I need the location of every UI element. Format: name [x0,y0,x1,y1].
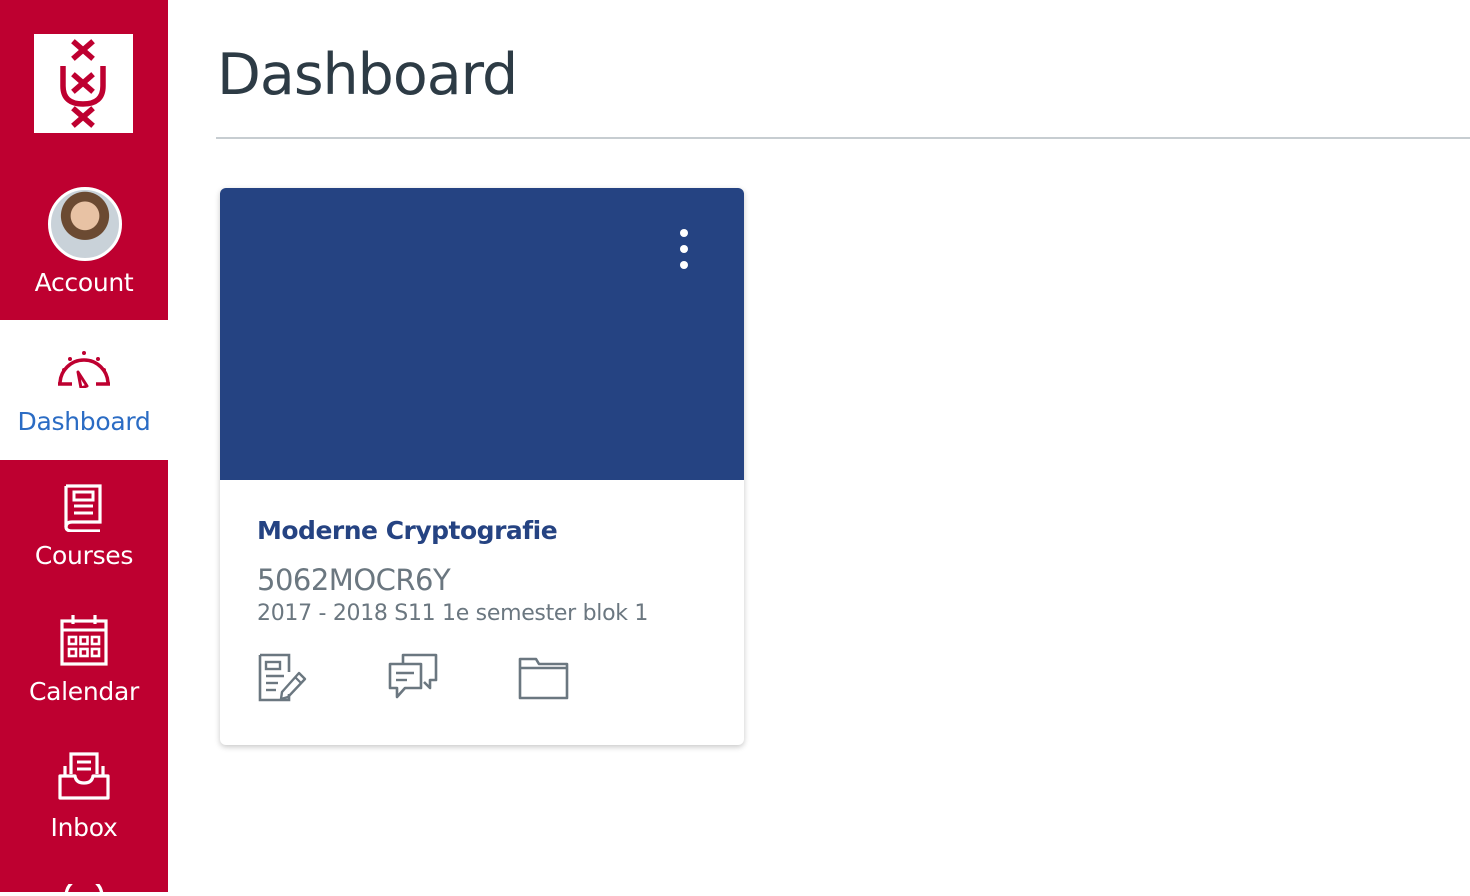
nav-courses[interactable]: Courses [0,460,168,600]
calendar-icon [0,613,168,667]
title-divider [216,137,1470,139]
dashboard-icon [0,348,168,388]
courses-icon [0,482,168,532]
nav-account-label: Account [34,268,134,297]
inbox-icon [0,750,168,802]
assignments-icon[interactable] [257,652,309,704]
nav-inbox[interactable]: Inbox [0,740,168,880]
nav-dashboard[interactable]: Dashboard [0,320,168,460]
nav-account[interactable]: Account [0,180,168,320]
nav-calendar-label: Calendar [28,677,139,706]
nav-next-item-partial[interactable] [0,880,168,896]
discussions-icon[interactable] [387,652,439,704]
course-term: 2017 - 2018 S11 1e semester blok 1 [257,601,649,626]
files-icon[interactable] [517,652,569,704]
uva-logo-icon [60,39,106,128]
nav-courses-label: Courses [34,541,134,570]
avatar [48,187,122,261]
nav-calendar[interactable]: Calendar [0,600,168,740]
course-code: 5062MOCR6Y [257,563,451,597]
card-options-kebab-icon[interactable] [666,224,702,274]
nav-dashboard-label: Dashboard [17,407,151,436]
partial-icon [0,884,168,896]
course-card[interactable]: Moderne Cryptografie 5062MOCR6Y 2017 - 2… [220,188,744,745]
nav-inbox-label: Inbox [50,813,118,842]
page-title: Dashboard [217,42,518,108]
course-title-link[interactable]: Moderne Cryptografie [257,516,558,545]
uva-logo[interactable] [34,34,133,133]
global-navigation: Account Dashboard Courses Calendar Inbox [0,0,168,896]
